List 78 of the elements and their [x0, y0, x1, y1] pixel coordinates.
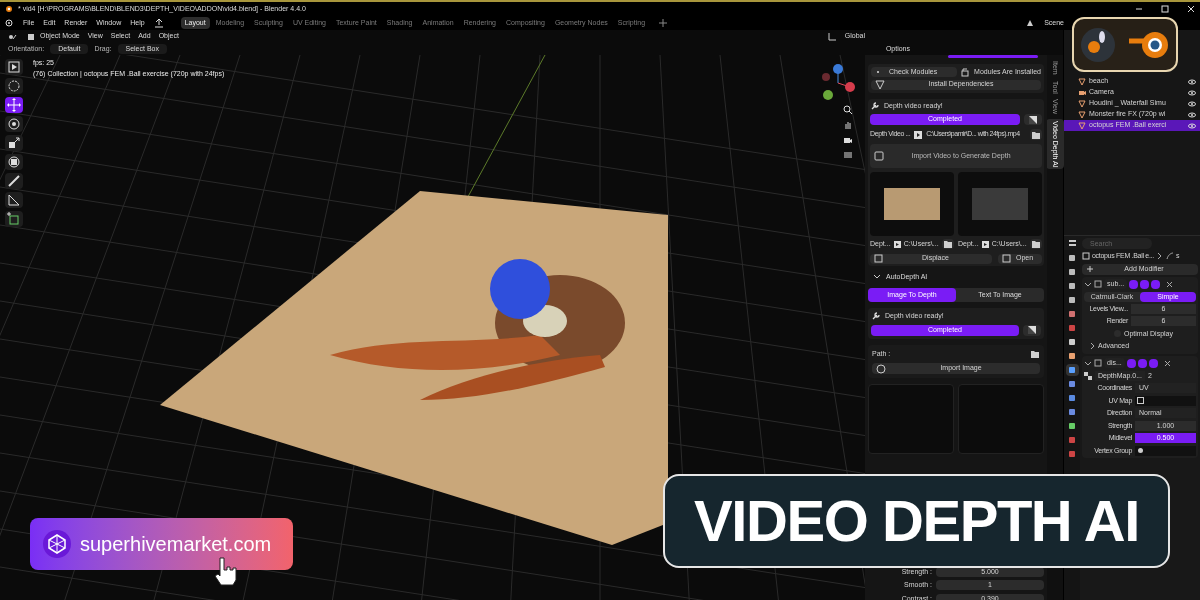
upload-icon — [153, 18, 164, 28]
wrench-icon — [870, 100, 880, 111]
folder-icon — [1031, 239, 1041, 250]
eye-icon — [1188, 77, 1196, 86]
modifier-tab[interactable] — [1065, 364, 1079, 376]
chevron-icon — [1084, 359, 1092, 367]
measure-tool-button[interactable] — [5, 192, 23, 208]
move-tool-button[interactable] — [5, 97, 23, 113]
close-icon — [1163, 359, 1171, 367]
transform-icon — [6, 154, 22, 170]
dot-icon — [875, 69, 881, 75]
cube-icon — [26, 31, 36, 42]
frame-icon — [874, 151, 884, 161]
eye-icon — [1188, 99, 1196, 108]
render-toggle[interactable] — [1151, 279, 1161, 289]
banner-title: VIDEO DEPTH AI — [694, 492, 1139, 550]
render-toggle[interactable] — [1148, 358, 1158, 368]
funnel-icon — [875, 79, 885, 90]
add-cube-tool-button[interactable] — [5, 211, 23, 227]
move-icon — [6, 97, 22, 113]
eye-icon — [1188, 88, 1196, 97]
annotate-icon — [6, 173, 22, 189]
checkbox-icon — [874, 254, 883, 263]
chevron-icon — [1090, 343, 1096, 350]
close-icon — [1186, 4, 1196, 14]
image-button[interactable] — [1023, 324, 1041, 336]
add-icon — [658, 18, 669, 28]
cursor-icon — [6, 78, 22, 94]
zoom-icon[interactable] — [843, 105, 853, 115]
folder-button[interactable] — [1030, 239, 1042, 250]
add-icon — [1086, 265, 1094, 273]
rotate-tool-button[interactable] — [5, 116, 23, 132]
lock-icon — [960, 67, 971, 78]
select-tool-button[interactable] — [5, 59, 23, 75]
viewport-toggle[interactable] — [1137, 358, 1147, 368]
hexagon-logo-icon — [42, 529, 72, 559]
annotate-tool-button[interactable] — [5, 173, 23, 189]
eye-icon — [1188, 110, 1196, 119]
folder-button[interactable] — [1030, 129, 1042, 140]
image-icon — [1028, 326, 1036, 334]
edit-mode-toggle[interactable] — [1126, 358, 1136, 368]
film-icon — [913, 129, 924, 140]
vertex-group-field[interactable] — [1135, 445, 1196, 456]
cursor-tool-button[interactable] — [5, 78, 23, 94]
photo-placeholder — [884, 188, 940, 220]
add-cube-icon — [6, 211, 22, 227]
mesh-icon — [1078, 77, 1086, 86]
eye-icon — [1188, 121, 1196, 130]
folder-button[interactable] — [942, 239, 954, 250]
close-icon — [1166, 280, 1174, 288]
camera-icon[interactable] — [843, 135, 853, 145]
square-icon — [1137, 397, 1144, 405]
viewport-toggle[interactable] — [1140, 279, 1150, 289]
folder-icon — [943, 239, 953, 250]
edit-mode-toggle[interactable] — [1129, 279, 1139, 289]
scale-icon — [6, 135, 22, 151]
editor-type-icon — [1068, 238, 1078, 248]
axis-icon — [826, 31, 837, 42]
promo-text: superhivemarket.com — [80, 532, 272, 557]
scale-tool-button[interactable] — [5, 135, 23, 151]
chevron-icon — [1084, 280, 1092, 288]
uv-map-field[interactable] — [1135, 395, 1196, 406]
measure-icon — [6, 192, 22, 208]
transform-tool-button[interactable] — [5, 154, 23, 170]
folder-icon — [1031, 129, 1041, 140]
image-button[interactable] — [1024, 114, 1042, 125]
maximize-icon — [1160, 4, 1170, 14]
checker-icon — [1084, 371, 1092, 380]
film-icon — [892, 239, 902, 249]
rotate-icon — [6, 116, 22, 132]
folder-icon — [1030, 348, 1040, 359]
film-icon — [980, 239, 990, 249]
chevron-icon — [1155, 252, 1164, 261]
wrench-icon — [871, 311, 881, 322]
image-icon — [1029, 115, 1037, 124]
photo-placeholder — [972, 188, 1028, 220]
select-icon — [6, 59, 22, 75]
image-icon — [1002, 254, 1011, 263]
